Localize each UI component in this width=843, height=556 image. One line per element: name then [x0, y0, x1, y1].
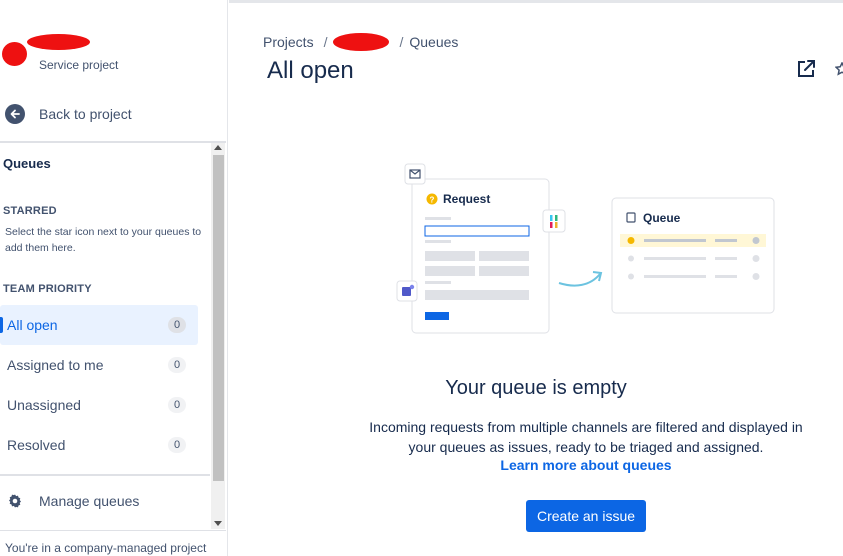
queue-card [611, 197, 775, 314]
manage-queues-label: Manage queues [39, 493, 140, 509]
breadcrumb-queues[interactable]: Queues [409, 34, 458, 50]
divider [0, 530, 226, 531]
queue-item-label: All open [7, 317, 58, 333]
redacted-project-name [27, 34, 90, 50]
empty-state-description: Incoming requests from multiple channels… [369, 419, 803, 455]
back-arrow-icon [5, 104, 25, 124]
team-priority-heading: TEAM PRIORITY [3, 283, 92, 295]
top-border [229, 0, 843, 3]
back-to-project-button[interactable]: Back to project [0, 96, 226, 132]
mail-icon [404, 163, 426, 185]
queues-nav: Queues STARRED Select the star icon next… [0, 143, 226, 475]
breadcrumb-separator: / [399, 34, 404, 50]
redacted-breadcrumb-project[interactable] [333, 33, 390, 51]
request-card-label: Request [443, 192, 490, 206]
starred-heading: STARRED [3, 205, 57, 217]
queue-item-resolved[interactable]: Resolved 0 [0, 425, 198, 465]
teams-icon [396, 280, 418, 302]
scroll-down-arrow-icon[interactable] [214, 521, 222, 526]
redacted-avatar [2, 42, 27, 66]
manage-queues-button[interactable]: Manage queues [0, 483, 210, 519]
create-issue-button[interactable]: Create an issue [526, 500, 646, 532]
back-to-project-label: Back to project [39, 106, 132, 122]
starred-hint: Select the star icon next to your queues… [5, 226, 202, 254]
queue-item-unassigned[interactable]: Unassigned 0 [0, 385, 198, 425]
empty-state-title: Your queue is empty [445, 377, 627, 399]
svg-text:?: ? [430, 196, 435, 205]
external-link-icon[interactable] [796, 59, 816, 79]
breadcrumb-separator: / [323, 34, 328, 50]
breadcrumb: Projects / / Queues [263, 33, 458, 51]
gear-icon [9, 494, 21, 508]
queue-item-assigned-to-me[interactable]: Assigned to me 0 [0, 345, 198, 385]
queue-item-all-open[interactable]: All open 0 [0, 305, 198, 345]
queue-item-count: 0 [168, 397, 186, 413]
queue-item-label: Unassigned [7, 397, 81, 413]
slack-icon [542, 209, 566, 233]
breadcrumb-projects[interactable]: Projects [263, 34, 314, 50]
flow-arrow-icon [558, 273, 601, 287]
main-content: Projects / / Queues All open ? Request Q… [229, 0, 843, 556]
queue-item-count: 0 [168, 437, 186, 453]
scroll-thumb[interactable] [213, 155, 224, 481]
queue-item-label: Assigned to me [7, 357, 104, 373]
queue-card-label: Queue [643, 211, 681, 225]
queue-item-count: 0 [168, 357, 186, 373]
star-icon[interactable] [835, 62, 843, 76]
scroll-up-arrow-icon[interactable] [214, 145, 222, 150]
queue-item-label: Resolved [7, 437, 66, 453]
company-managed-note: You're in a company-managed project [5, 541, 207, 555]
sidebar-scrollbar[interactable] [211, 143, 225, 529]
queues-heading: Queues [3, 156, 51, 171]
queue-item-count: 0 [168, 317, 186, 333]
learn-more-link[interactable]: Learn more about queues [359, 457, 813, 473]
sidebar: Service project Back to project Queues S… [0, 0, 228, 556]
empty-queue-illustration: ? Request Queue [396, 163, 775, 334]
page-title: All open [267, 57, 354, 84]
project-type-label: Service project [39, 58, 119, 72]
divider [0, 474, 210, 476]
